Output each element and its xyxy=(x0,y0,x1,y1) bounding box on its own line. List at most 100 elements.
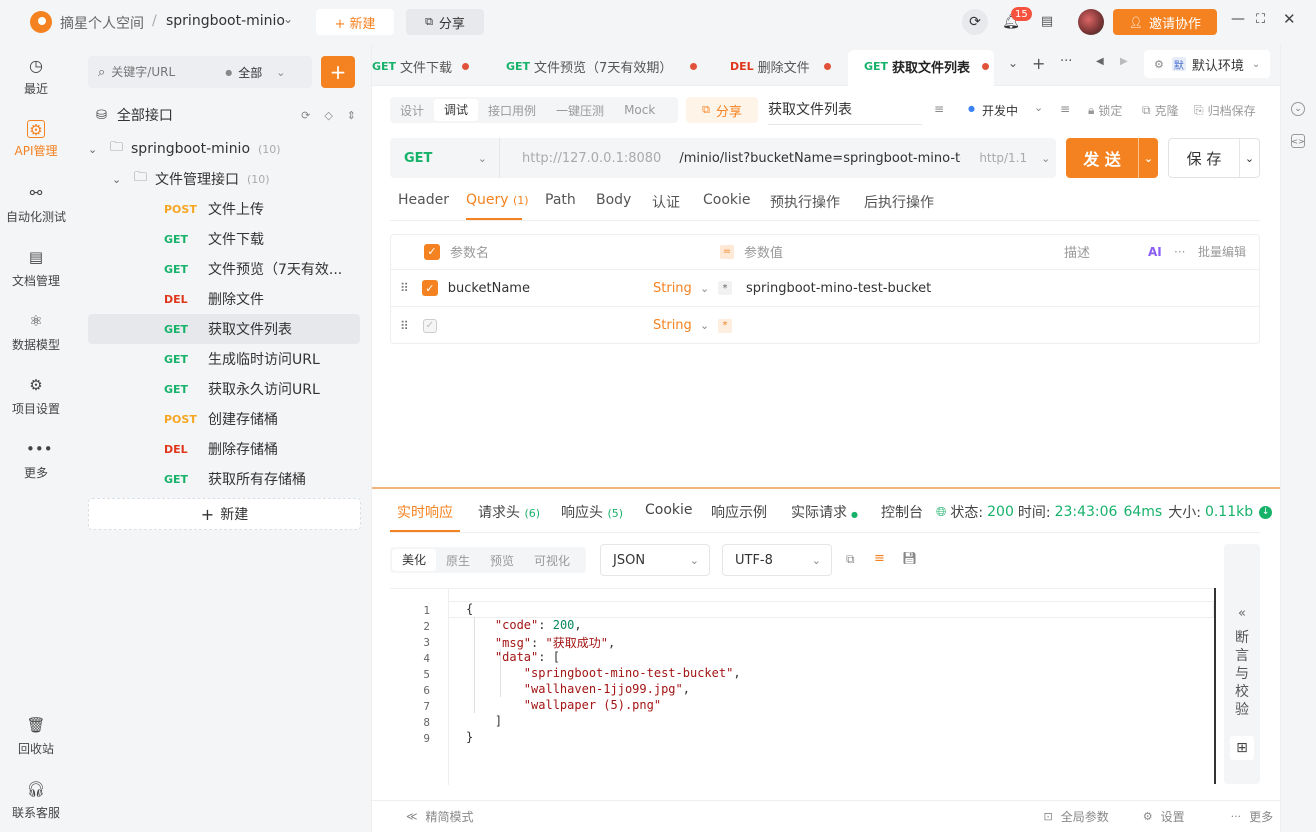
code-icon[interactable]: <> xyxy=(1291,134,1305,148)
param-value-input[interactable]: springboot-mino-test-bucket xyxy=(746,281,931,296)
tabs-dropdown-icon[interactable]: ⌄ xyxy=(1008,56,1018,70)
method-select[interactable]: GET ⌄ xyxy=(390,138,500,178)
text-format-icon[interactable]: ≡ xyxy=(934,102,944,116)
tab-delete-file[interactable]: DEL 删除文件 xyxy=(730,56,831,76)
settings-button[interactable]: 设置 xyxy=(1161,808,1185,825)
project-name[interactable]: springboot-minio xyxy=(166,13,285,29)
locate-icon[interactable]: ◇ xyxy=(324,109,332,122)
api-item[interactable]: GET 生成临时访问URL xyxy=(164,344,360,374)
req-tab-post-script[interactable]: 后执行操作 xyxy=(864,192,934,212)
more-button[interactable]: 更多 xyxy=(1249,808,1273,825)
drag-handle-icon[interactable]: ⠿ xyxy=(400,281,409,295)
view-mode-pretty[interactable]: 美化 xyxy=(392,549,437,571)
sync-icon[interactable]: ⟳ xyxy=(962,9,988,35)
resp-tab-req-headers[interactable]: 请求头 (6) xyxy=(478,502,540,522)
invite-button[interactable]: 👤︎ 邀请协作 xyxy=(1113,9,1217,35)
req-tab-path[interactable]: Path xyxy=(545,192,576,208)
assert-panel[interactable]: « 断言与校验 ⊞ xyxy=(1224,544,1260,784)
simple-mode-button[interactable]: 精简模式 xyxy=(426,808,474,825)
resp-tab-cookie[interactable]: Cookie xyxy=(645,502,693,518)
nav-item-api[interactable]: ⚙ API管理 xyxy=(0,120,72,159)
req-tab-cookie[interactable]: Cookie xyxy=(703,192,751,208)
api-item[interactable]: POST 创建存储桶 xyxy=(164,404,360,434)
share-project-button[interactable]: ⧉ 分享 xyxy=(406,9,484,35)
project-row[interactable]: ⌄ 🗀 springboot-minio (10) xyxy=(88,134,360,164)
api-item[interactable]: GET 获取永久访问URL xyxy=(164,374,360,404)
param-enabled-checkbox[interactable]: ✓ xyxy=(422,318,437,333)
copy-icon[interactable]: ⧉ xyxy=(846,552,855,567)
maximize-icon[interactable]: ⛶ xyxy=(1256,12,1265,27)
nav-item-support[interactable]: 🎧︎ 联系客服 xyxy=(0,780,72,821)
resp-tab-example[interactable]: 响应示例 xyxy=(711,502,767,522)
mode-tab-debug[interactable]: 调试 xyxy=(434,99,479,121)
send-button[interactable]: 发 送 ⌄ xyxy=(1066,138,1158,178)
resp-tab-resp-headers[interactable]: 响应头 (5) xyxy=(561,502,623,522)
format-select[interactable]: JSON ⌄ xyxy=(600,544,710,576)
req-tab-body[interactable]: Body xyxy=(596,192,631,208)
api-item[interactable]: GET 获取所有存储桶 xyxy=(164,464,360,494)
nav-item-recent[interactable]: ◷ 最近 xyxy=(0,56,72,97)
global-params-button[interactable]: 全局参数 xyxy=(1061,808,1109,825)
root-folder-row[interactable]: ⛁ 全部接口 ⟳ ◇ ⇕ xyxy=(96,104,356,126)
search-input[interactable] xyxy=(111,65,222,79)
share-api-button[interactable]: ⧉ 分享 xyxy=(686,97,758,123)
chevron-down-circle-icon[interactable]: ⌄ xyxy=(1291,102,1305,116)
param-type-select[interactable]: String xyxy=(653,318,692,333)
new-api-button[interactable]: + 新建 xyxy=(88,498,361,530)
resp-tab-console[interactable]: 控制台 xyxy=(881,502,923,522)
mode-tab-cases[interactable]: 接口用例 xyxy=(478,102,546,119)
mode-tab-stress[interactable]: 一键压测 xyxy=(546,102,614,119)
list-icon[interactable]: ≡ xyxy=(1060,102,1070,116)
type-chevron-icon[interactable]: ⌄ xyxy=(700,319,709,332)
encoding-select[interactable]: UTF-8 ⌄ xyxy=(722,544,832,576)
api-item[interactable]: DEL 删除存储桶 xyxy=(164,434,360,464)
add-api-button[interactable]: + xyxy=(321,56,355,88)
req-tab-query[interactable]: Query (1) xyxy=(466,192,529,208)
mode-tab-mock[interactable]: Mock xyxy=(614,103,665,117)
select-all-checkbox[interactable]: ✓ xyxy=(424,243,440,260)
tab-file-download[interactable]: GET 文件下载 xyxy=(372,56,470,76)
save-dropdown-icon[interactable]: ⌄ xyxy=(1239,139,1259,177)
bulk-edit-button[interactable]: 批量编辑 xyxy=(1198,243,1246,260)
api-item[interactable]: DEL 删除文件 xyxy=(164,284,360,314)
filter-select[interactable]: 全部 xyxy=(238,64,262,81)
new-button[interactable]: + 新建 xyxy=(316,9,394,35)
search-box[interactable]: ⌕ ● 全部 ⌄ xyxy=(88,56,312,88)
param-name-input[interactable]: bucketName xyxy=(448,281,530,296)
tab-list-files[interactable]: GET 获取文件列表 xyxy=(864,56,990,76)
download-icon[interactable]: ↓ xyxy=(1259,505,1273,519)
type-chevron-icon[interactable]: ⌄ xyxy=(700,282,709,295)
protocol-select[interactable]: http/1.1 xyxy=(979,151,1027,165)
workspace-name[interactable]: 摘星个人空间 xyxy=(60,13,144,33)
response-splitter[interactable] xyxy=(372,487,1280,489)
nav-item-settings[interactable]: ⚙ 项目设置 xyxy=(0,376,72,417)
mode-tab-design[interactable]: 设计 xyxy=(390,102,434,119)
resp-tab-actual-request[interactable]: 实际请求 ● xyxy=(791,502,858,522)
nav-item-recycle[interactable]: 🗑︎ 回收站 xyxy=(0,716,72,757)
api-item[interactable]: POST 文件上传 xyxy=(164,194,360,224)
api-item[interactable]: GET 文件预览（7天有效... xyxy=(164,254,360,284)
tab-file-preview[interactable]: GET 文件预览（7天有效期） xyxy=(506,56,698,76)
nav-item-models[interactable]: ⚛ 数据模型 xyxy=(0,312,72,353)
api-status[interactable]: 开发中 xyxy=(982,102,1018,119)
scroll-right-icon[interactable]: ▶ xyxy=(1120,56,1128,67)
environment-select[interactable]: ⚙ 默 默认环境 ⌄ xyxy=(1144,50,1270,78)
avatar[interactable] xyxy=(1078,9,1104,35)
layout-grid-icon[interactable]: ⊞ xyxy=(1230,736,1254,760)
wrap-icon[interactable]: ≡ xyxy=(874,551,885,566)
lock-button[interactable]: 🔒︎ 锁定 xyxy=(1088,102,1122,119)
expand-panel-icon[interactable]: « xyxy=(1224,606,1260,621)
view-mode-raw[interactable]: 原生 xyxy=(436,552,480,569)
param-type-select[interactable]: String xyxy=(653,281,692,296)
message-icon[interactable]: ▤ xyxy=(1038,12,1056,30)
close-icon[interactable]: ✕ xyxy=(1283,10,1296,28)
response-code-editor[interactable]: 1 {2 "code": 200, 3 "msg": "获取成功", 4 "data"… xyxy=(390,588,1214,785)
required-icon[interactable]: * xyxy=(718,281,732,295)
api-item[interactable]: GET 文件下载 xyxy=(164,224,360,254)
req-tab-auth[interactable]: 认证 xyxy=(652,192,680,212)
drag-handle-icon[interactable]: ⠿ xyxy=(400,319,409,333)
req-tab-pre-script[interactable]: 预执行操作 xyxy=(770,192,840,212)
base-url[interactable]: http://127.0.0.1:8080 xyxy=(522,151,661,166)
api-name-input[interactable]: 获取文件列表 xyxy=(768,99,922,125)
send-dropdown-icon[interactable]: ⌄ xyxy=(1138,138,1158,178)
